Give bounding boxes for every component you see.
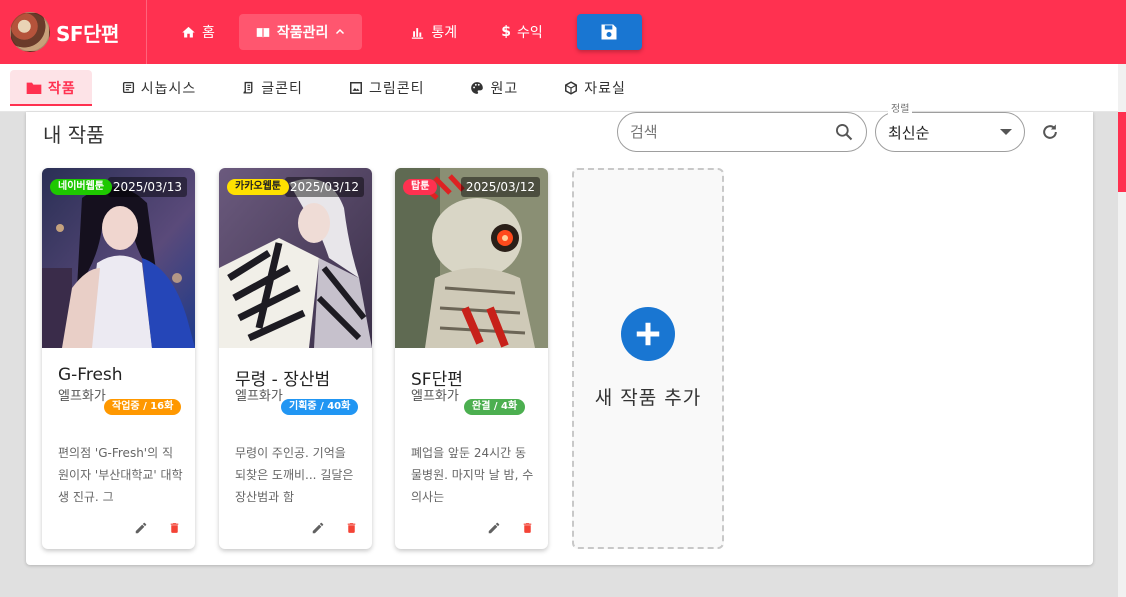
section-tab-bar: 작품 시놉시스 글콘티 그림콘티 원고 자료실 xyxy=(0,64,1118,112)
app-logo[interactable]: SF단편 xyxy=(0,0,147,64)
search-input[interactable] xyxy=(630,123,834,141)
status-badge: 완결 / 4화 xyxy=(464,399,526,415)
home-icon xyxy=(181,25,196,40)
add-work-button[interactable] xyxy=(621,307,675,361)
nav-revenue-label: 수익 xyxy=(516,25,543,41)
search-icon[interactable] xyxy=(834,122,854,142)
platform-badge: 카카오웹툰 xyxy=(227,179,289,195)
tab-manuscript[interactable]: 원고 xyxy=(454,70,534,106)
page-title: 내 작품 xyxy=(43,123,105,147)
work-card[interactable]: 2025/03/13 네이버웹툰 G-Fresh 엘프화가 작업중 / 16화 … xyxy=(42,168,195,549)
nav-works-label: 작품관리 xyxy=(276,25,329,41)
nav-stats-label: 통계 xyxy=(431,25,458,41)
delete-icon[interactable] xyxy=(168,521,181,535)
caret-down-icon xyxy=(1000,128,1012,136)
work-description: 편의점 'G-Fresh'의 직원이자 '부산대학교' 대학생 진규. 그 xyxy=(58,446,183,504)
plus-icon xyxy=(633,319,663,349)
tab-manuscript-label: 원고 xyxy=(490,80,519,97)
box-icon xyxy=(564,80,578,95)
status-badge: 작업중 / 16화 xyxy=(104,399,182,415)
search-field[interactable] xyxy=(617,112,867,152)
delete-icon[interactable] xyxy=(345,521,358,535)
work-date: 2025/03/13 xyxy=(107,177,187,197)
nav-works-button[interactable]: 작품관리 xyxy=(238,14,363,50)
sort-select[interactable]: 정렬 최신순 xyxy=(875,104,1025,152)
folder-icon xyxy=(26,81,42,95)
top-app-bar: SF단편 홈 작품관리 통계 $ 수익 xyxy=(0,0,1126,64)
work-thumbnail[interactable]: 2025/03/12 카카오웹툰 xyxy=(219,168,372,348)
nav-home-label: 홈 xyxy=(202,25,215,41)
nav-revenue-button[interactable]: $ 수익 xyxy=(485,14,559,50)
work-date: 2025/03/12 xyxy=(460,177,540,197)
platform-badge: 네이버웹툰 xyxy=(50,179,112,195)
work-description: 폐업을 앞둔 24시간 동물병원. 마지막 날 밤, 수의사는 xyxy=(411,446,534,504)
work-author: 엘프화가 xyxy=(58,389,106,404)
delete-icon[interactable] xyxy=(521,521,534,535)
chevron-up-icon xyxy=(334,26,346,38)
tab-text-storyboard-label: 글콘티 xyxy=(261,80,303,97)
nav-stats-button[interactable]: 통계 xyxy=(394,14,473,50)
work-actions xyxy=(134,521,181,535)
work-description: 무령이 주인공. 기억을 되찾은 도깨비... 길달은 장산범과 함 xyxy=(235,446,354,504)
palette-icon xyxy=(470,81,484,95)
work-thumbnail[interactable]: 2025/03/12 탑툰 xyxy=(395,168,548,348)
tab-synopsis-label: 시놉시스 xyxy=(140,80,197,97)
work-date: 2025/03/12 xyxy=(284,177,364,197)
refresh-button[interactable] xyxy=(1038,120,1062,144)
work-card[interactable]: 2025/03/12 탑툰 SF단편 엘프화가 완결 / 4화 폐업을 앞둔 2… xyxy=(395,168,548,549)
edit-icon[interactable] xyxy=(134,521,148,535)
work-actions xyxy=(311,521,358,535)
sort-select-label: 정렬 xyxy=(888,104,913,116)
book-icon xyxy=(255,25,271,40)
add-work-label: 새 작품 추가 xyxy=(594,387,702,409)
image-icon xyxy=(349,81,363,95)
work-thumbnail[interactable]: 2025/03/13 네이버웹툰 xyxy=(42,168,195,348)
work-author: 엘프화가 xyxy=(235,389,283,404)
add-work-card[interactable]: 새 작품 추가 xyxy=(572,168,724,549)
document-icon xyxy=(122,81,135,94)
tab-library[interactable]: 자료실 xyxy=(548,70,642,106)
tab-library-label: 자료실 xyxy=(584,80,626,97)
save-button[interactable] xyxy=(576,14,642,50)
scrollbar-thumb[interactable] xyxy=(1118,112,1126,192)
my-works-panel: 내 작품 정렬 최신순 xyxy=(26,104,1093,565)
work-title: G-Fresh xyxy=(58,365,123,385)
dollar-icon: $ xyxy=(501,24,511,40)
tab-synopsis[interactable]: 시놉시스 xyxy=(106,70,213,106)
platform-badge: 탑툰 xyxy=(403,179,438,195)
sort-select-value: 최신순 xyxy=(888,123,930,142)
work-actions xyxy=(487,521,534,535)
tab-works-label: 작품 xyxy=(48,80,76,97)
work-author: 엘프화가 xyxy=(411,389,459,404)
refresh-icon xyxy=(1040,122,1060,142)
edit-icon[interactable] xyxy=(311,521,325,535)
nav-home-button[interactable]: 홈 xyxy=(165,14,231,50)
tab-image-storyboard-label: 그림콘티 xyxy=(368,80,425,97)
app-name: SF단편 xyxy=(56,21,119,46)
work-card[interactable]: 2025/03/12 카카오웹툰 무령 - 장산범 엘프화가 기획중 / 40화… xyxy=(219,168,372,549)
tab-text-storyboard[interactable]: 글콘티 xyxy=(226,70,319,106)
save-icon xyxy=(599,22,619,42)
tab-image-storyboard[interactable]: 그림콘티 xyxy=(333,70,441,106)
script-icon xyxy=(242,81,255,95)
edit-icon[interactable] xyxy=(487,521,501,535)
status-badge: 기획중 / 40화 xyxy=(281,399,359,415)
tab-works[interactable]: 작품 xyxy=(10,69,92,106)
bar-chart-icon xyxy=(410,25,425,40)
logo-avatar xyxy=(10,12,50,52)
